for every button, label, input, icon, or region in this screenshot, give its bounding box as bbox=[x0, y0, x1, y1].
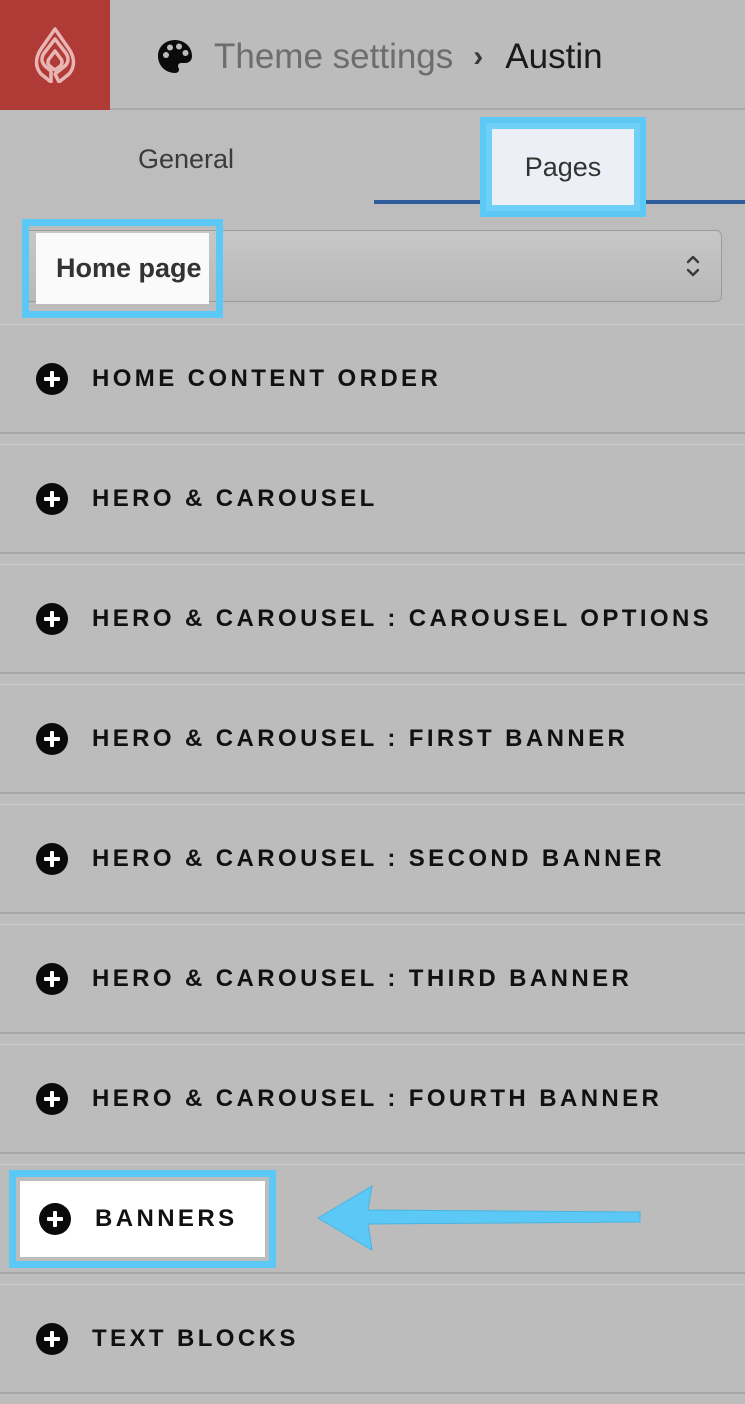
breadcrumb-parent[interactable]: Theme settings bbox=[214, 37, 453, 77]
section-label: TEXT BLOCKS bbox=[92, 1324, 299, 1352]
section-hero-carousel[interactable]: HERO & CAROUSEL bbox=[0, 444, 745, 554]
up-down-chevron-icon bbox=[686, 255, 700, 277]
section-label: HOME CONTENT ORDER bbox=[92, 364, 442, 392]
breadcrumb-current: Austin bbox=[505, 37, 603, 76]
plus-circle-icon bbox=[36, 722, 68, 755]
chevron-right-icon: › bbox=[473, 40, 484, 73]
plus-circle-icon bbox=[36, 482, 68, 515]
plus-circle-icon bbox=[36, 962, 68, 995]
tab-general[interactable]: General bbox=[0, 112, 372, 206]
plus-circle-icon bbox=[36, 1322, 68, 1355]
lightspeed-logo-icon bbox=[34, 27, 76, 83]
section-first-banner[interactable]: HERO & CAROUSEL : FIRST BANNER bbox=[0, 684, 745, 794]
page-select-value[interactable]: Home page bbox=[36, 233, 209, 304]
tab-pages-highlight: Pages bbox=[480, 117, 646, 217]
plus-circle-icon bbox=[36, 842, 68, 875]
palette-icon bbox=[158, 40, 192, 73]
plus-circle-icon bbox=[39, 1203, 71, 1235]
brand-logo[interactable] bbox=[0, 0, 110, 110]
banners-highlight: BANNERS bbox=[9, 1170, 276, 1268]
section-fourth-banner[interactable]: HERO & CAROUSEL : FOURTH BANNER bbox=[0, 1044, 745, 1154]
section-label: BANNERS bbox=[95, 1205, 238, 1232]
page-select-highlight: Home page bbox=[22, 219, 223, 318]
section-label: HERO & CAROUSEL bbox=[92, 484, 378, 512]
section-second-banner[interactable]: HERO & CAROUSEL : SECOND BANNER bbox=[0, 804, 745, 914]
section-label: HERO & CAROUSEL : FIRST BANNER bbox=[92, 724, 629, 752]
section-label: HERO & CAROUSEL : THIRD BANNER bbox=[92, 964, 633, 992]
app-header: Theme settings › Austin bbox=[0, 0, 745, 110]
plus-circle-icon bbox=[36, 602, 68, 635]
plus-circle-icon bbox=[36, 1082, 68, 1115]
section-home-content-order[interactable]: HOME CONTENT ORDER bbox=[0, 324, 745, 434]
section-banners[interactable]: BANNERS bbox=[19, 1180, 266, 1258]
section-third-banner[interactable]: HERO & CAROUSEL : THIRD BANNER bbox=[0, 924, 745, 1034]
section-label: HERO & CAROUSEL : CAROUSEL OPTIONS bbox=[92, 604, 713, 632]
left-arrow-icon bbox=[317, 1185, 641, 1251]
section-carousel-options[interactable]: HERO & CAROUSEL : CAROUSEL OPTIONS bbox=[0, 564, 745, 674]
breadcrumb: Theme settings › Austin bbox=[156, 34, 603, 80]
tab-pages[interactable]: Pages bbox=[492, 129, 634, 205]
section-text-blocks[interactable]: TEXT BLOCKS bbox=[0, 1284, 745, 1394]
section-label: HERO & CAROUSEL : FOURTH BANNER bbox=[92, 1084, 663, 1112]
section-label: HERO & CAROUSEL : SECOND BANNER bbox=[92, 844, 665, 872]
plus-circle-icon bbox=[36, 362, 68, 395]
